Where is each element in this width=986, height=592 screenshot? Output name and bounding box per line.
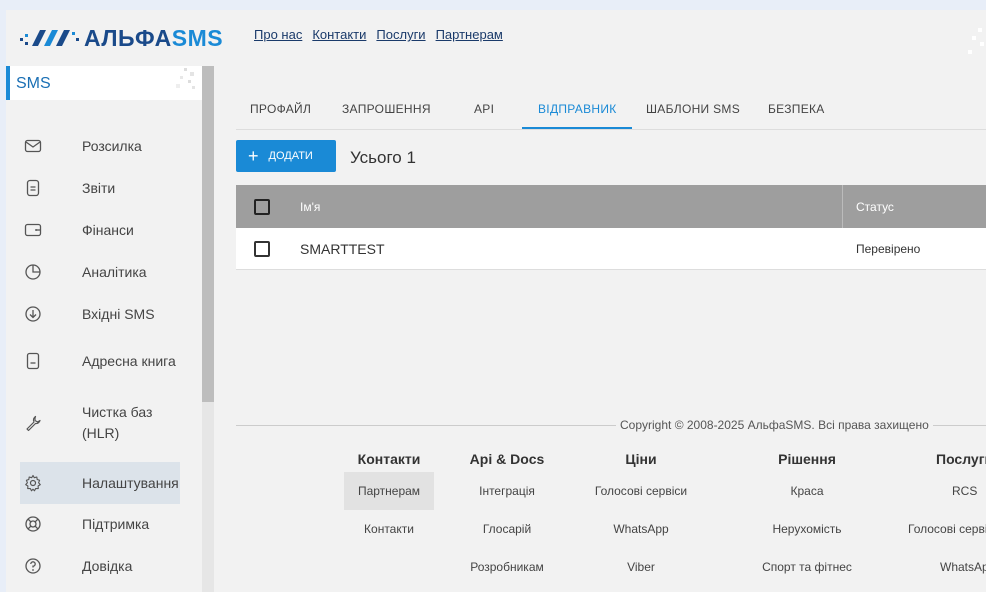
footer-divider — [236, 425, 616, 426]
footer-link[interactable]: Нерухомість — [732, 510, 882, 548]
footer-column-solutions: Рішення Краса Нерухомість Спорт та фітне… — [732, 446, 882, 586]
footer-column-api-docs: Api & Docs Інтеграція Глосарій Розробник… — [432, 446, 582, 586]
top-bar: АЛЬФАSMS Про нас Контакти Послуги Партне… — [6, 10, 986, 62]
footer-link[interactable]: Розробникам — [432, 548, 582, 586]
footer-link[interactable]: Краса — [732, 472, 882, 510]
logo-text: АЛЬФАSMS — [84, 25, 223, 52]
table-header: Ім'я Статус — [236, 185, 986, 228]
sidebar-title: SMS — [16, 75, 51, 92]
footer-link[interactable]: WhatsApp — [566, 510, 716, 548]
active-tab-indicator — [522, 127, 632, 129]
senders-table: Ім'я Статус SMARTTEST Перевірено — [236, 185, 986, 270]
document-icon — [26, 179, 40, 197]
sidebar-item-label: Фінанси — [82, 222, 134, 238]
footer-link[interactable]: RCS — [908, 472, 986, 510]
sidebar-item-label: Розсилка — [82, 138, 142, 154]
footer-link[interactable]: Голосові сервіси — [908, 510, 986, 548]
logo[interactable]: АЛЬФАSMS — [20, 24, 223, 52]
help-icon — [25, 558, 41, 574]
sidebar-item-label: Чистка баз (HLR) — [82, 404, 153, 441]
total-count: Усього 1 — [350, 148, 416, 167]
tab-api[interactable]: API — [474, 102, 494, 116]
nav-link-partners[interactable]: Партнерам — [436, 27, 503, 42]
nav-link-contacts[interactable]: Контакти — [312, 27, 366, 42]
footer-link[interactable]: Інтеграція — [432, 472, 582, 510]
sidebar-item-analytics[interactable]: Аналітика — [20, 254, 180, 290]
sidebar-item-label: Підтримка — [82, 516, 150, 532]
sidebar-item-label: Аналітика — [82, 264, 147, 280]
footer-column-title: Ціни — [625, 451, 657, 467]
tab-security[interactable]: БЕЗПЕКА — [768, 102, 825, 116]
top-nav: Про нас Контакти Послуги Партнерам — [254, 27, 503, 42]
wrench-icon — [26, 415, 41, 432]
sidebar-decor-icon — [176, 68, 195, 89]
footer-link[interactable]: Голосові сервіси — [566, 472, 716, 510]
footer-link[interactable]: Партнерам — [344, 472, 434, 510]
table-row[interactable]: SMARTTEST Перевірено — [236, 228, 986, 270]
add-sender-button[interactable]: + ДОДАТИ — [236, 140, 336, 172]
footer-column-prices: Ціни Голосові сервіси WhatsApp Viber — [566, 446, 716, 586]
settings-tabs: ПРОФАЙЛ ЗАПРОШЕННЯ API ВІДПРАВНИК ШАБЛОН… — [236, 96, 986, 130]
sidebar-item-label: Налаштування — [82, 475, 179, 491]
footer-column-title: Рішення — [778, 451, 836, 467]
download-icon — [25, 306, 41, 322]
logo-text-b: SMS — [171, 24, 224, 51]
sidebar-item-label: Адресна книга — [82, 352, 176, 369]
sidebar-item-settings[interactable]: Налаштування — [20, 462, 180, 504]
envelope-icon — [24, 139, 42, 153]
footer-column-services: Послуги RCS Голосові сервіси WhatsApp — [892, 446, 986, 586]
footer-divider — [926, 425, 986, 426]
tab-sender[interactable]: ВІДПРАВНИК — [538, 102, 617, 116]
row-sender-name: SMARTTEST — [300, 241, 385, 257]
footer-link[interactable]: Спорт та фітнес — [732, 548, 882, 586]
sidebar-item-help[interactable]: Довідка — [20, 548, 180, 584]
sidebar-header[interactable]: SMS — [6, 66, 202, 100]
nav-link-about[interactable]: Про нас — [254, 27, 302, 42]
footer-link[interactable]: WhatsApp — [908, 548, 986, 586]
tab-profile[interactable]: ПРОФАЙЛ — [250, 102, 311, 116]
footer-column-title: Api & Docs — [469, 451, 545, 467]
column-header-name[interactable]: Ім'я — [300, 200, 320, 214]
tab-invitations[interactable]: ЗАПРОШЕННЯ — [342, 102, 431, 116]
sidebar-item-label: Довідка — [82, 558, 133, 574]
sidebar-item-mailing[interactable]: Розсилка — [20, 128, 180, 164]
copyright-text: Copyright © 2008-2025 АльфаSMS. Всі прав… — [616, 418, 933, 432]
sidebar-item-label: Вхідні SMS — [82, 306, 155, 322]
sidebar-scrollbar[interactable] — [202, 66, 214, 592]
sidebar-item-finance[interactable]: Фінанси — [20, 212, 180, 248]
sidebar-item-address-book[interactable]: Адресна книга — [20, 338, 180, 384]
plus-icon: + — [248, 146, 259, 166]
wallet-icon — [24, 223, 42, 237]
add-button-label: ДОДАТИ — [268, 150, 313, 162]
footer-link[interactable]: Viber — [566, 548, 716, 586]
main-content: ПРОФАЙЛ ЗАПРОШЕННЯ API ВІДПРАВНИК ШАБЛОН… — [236, 64, 986, 592]
nav-link-services[interactable]: Послуги — [376, 27, 425, 42]
sidebar-scrollbar-thumb[interactable] — [202, 66, 214, 402]
column-header-status[interactable]: Статус — [856, 200, 894, 214]
footer-copyright: Copyright © 2008-2025 АльфаSMS. Всі прав… — [236, 416, 986, 434]
column-divider — [842, 185, 843, 228]
gear-icon — [25, 474, 41, 492]
address-book-icon — [26, 352, 40, 370]
corner-decor-icon — [968, 28, 984, 54]
sidebar-item-reports[interactable]: Звіти — [20, 170, 180, 206]
footer-column-title: Послуги — [936, 451, 986, 467]
tab-sms-templates[interactable]: ШАБЛОНИ SMS — [646, 102, 740, 116]
logo-text-a: АЛЬФА — [84, 24, 172, 51]
select-all-checkbox[interactable] — [254, 199, 270, 215]
logo-mark-icon — [20, 30, 79, 46]
pie-chart-icon — [25, 264, 41, 280]
sidebar: SMS Розсилка Звіти Фінанси Аналітика Вхі… — [6, 64, 202, 592]
sidebar-item-label: Звіти — [82, 180, 116, 196]
row-checkbox[interactable] — [254, 241, 270, 257]
sidebar-item-support[interactable]: Підтримка — [20, 506, 180, 542]
app-frame: АЛЬФАSMS Про нас Контакти Послуги Партне… — [6, 10, 986, 592]
footer-link[interactable]: Глосарій — [432, 510, 582, 548]
sidebar-item-hlr[interactable]: Чистка баз (HLR) — [20, 400, 180, 446]
lifebuoy-icon — [25, 516, 41, 532]
sidebar-item-incoming-sms[interactable]: Вхідні SMS — [20, 296, 180, 332]
row-sender-status: Перевірено — [856, 242, 921, 256]
